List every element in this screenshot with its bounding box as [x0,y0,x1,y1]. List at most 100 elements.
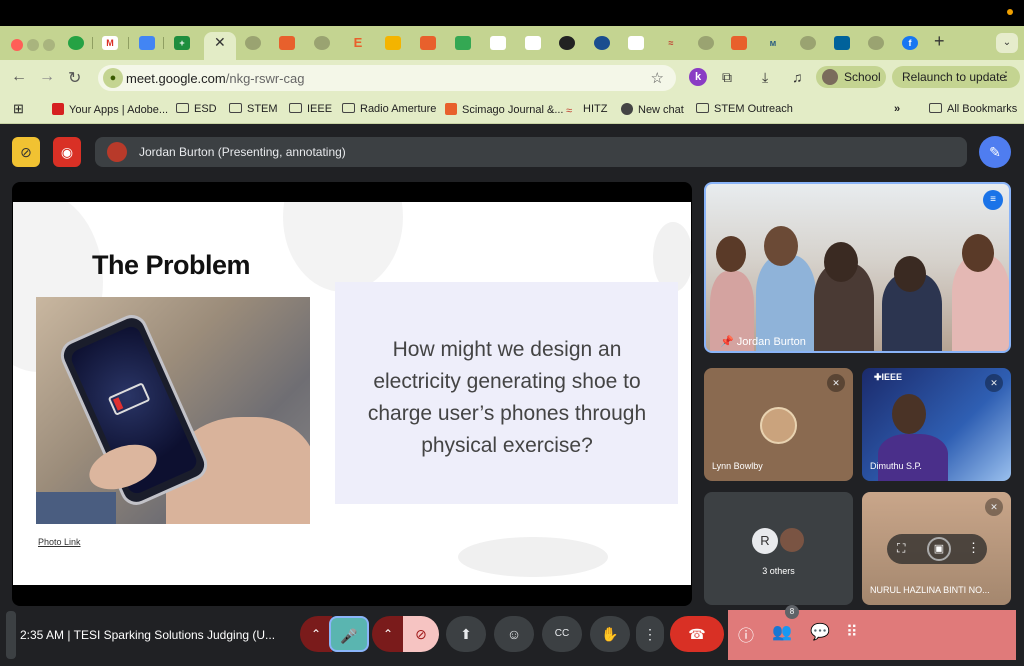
bookmark-folder-stem-outreach[interactable]: STEM Outreach [696,103,793,115]
mic-muted-icon: ✕ [985,498,1003,516]
folder-icon [229,103,242,113]
minimize-window-button[interactable] [27,39,39,51]
bookmark-folder-stem[interactable]: STEM [229,103,278,115]
profile-button[interactable]: School [816,66,886,88]
more-vert-icon[interactable]: ⋮ [1000,69,1012,83]
people-count-badge: 8 [785,605,799,619]
speaker-tile[interactable]: ≡ 📌 Jordan Burton [704,182,1011,353]
participant-name: Dimuthu S.P. [870,461,922,471]
loading-tab-icon[interactable] [698,36,714,50]
document-tab-icon[interactable] [525,36,541,50]
emoji-reaction-icon[interactable]: ☺ [494,616,534,652]
reload-button[interactable]: ↻ [68,68,81,88]
loading-tab-icon[interactable] [245,36,261,50]
bookmark-folder-esd[interactable]: ESD [176,103,217,115]
bookmark-folder-radio[interactable]: Radio Amerture [342,103,436,115]
microphone-button[interactable]: 🎤 [329,616,369,652]
download-icon[interactable]: ⤓ [762,69,768,86]
participant-tile[interactable]: ✕ Lynn Bowlby [704,368,853,481]
camera-off-button[interactable]: ⊘ [403,616,439,652]
ieee-banner-text: IEEE [881,372,903,382]
relaunch-button[interactable]: Relaunch to update ⋮ [892,66,1020,88]
sc-tab-icon[interactable] [731,36,747,50]
raise-hand-icon[interactable]: ✋ [590,616,630,652]
annotate-pen-icon[interactable]: ✎ [979,136,1011,168]
whatsapp-tab-icon[interactable] [68,36,84,50]
docs-tab-icon[interactable] [139,36,155,50]
mic-in-use-icon[interactable]: ● [103,68,123,88]
sheets-tab-icon[interactable]: + [174,36,190,50]
side-panel-handle[interactable] [6,611,16,659]
ieee-tab-icon[interactable] [834,36,850,50]
close-tab-icon[interactable]: ✕ [214,34,226,51]
gmail-tab-icon[interactable]: M [102,36,118,50]
tab-search-button[interactable]: ⌄ [996,33,1018,53]
visual-effects-icon[interactable]: ▣ [927,537,951,561]
loading-tab-icon[interactable] [800,36,816,50]
bookmark-scimago[interactable]: Scimago Journal &... [445,103,564,116]
photo-link[interactable]: Photo Link [38,537,81,547]
tab-strip: M + ✕ E ≈ ᴍ f + [0,26,1024,60]
bookmark-star-icon[interactable]: ☆ [651,69,664,87]
bookmark-hitz[interactable]: ≈ HITZ [566,103,607,117]
more-bookmarks-chevron-icon[interactable]: » [894,103,900,115]
more-options-icon[interactable]: ⋮ [967,540,980,556]
audio-options-chevron-icon[interactable]: ⌃ [300,616,332,652]
sjr-icon [445,103,457,115]
loading-tab-icon[interactable] [314,36,330,50]
stop-presenting-icon[interactable]: ⊘ [12,137,40,167]
more-options-icon[interactable]: ⋮ [636,616,664,652]
bookmark-folder-ieee[interactable]: IEEE [289,103,332,115]
etsy-tab-icon[interactable]: E [350,36,366,50]
calendar-tab-icon[interactable] [490,36,506,50]
present-screen-icon[interactable]: ⬆ [446,616,486,652]
speaker-name-text: Jordan Burton [736,336,806,348]
address-bar[interactable]: ● meet.google.com/nkg-rswr-cag ☆ [98,65,676,91]
bookmark-new-chat[interactable]: New chat [621,103,684,116]
activities-icon[interactable]: ⠿ [846,622,858,642]
apps-grid-icon[interactable]: ⊞ [13,101,24,117]
presenting-label: Jordan Burton (Presenting, annotating) [139,145,346,159]
screen: M + ✕ E ≈ ᴍ f + ⌄ ← → ↻ ● meet.google.co… [0,0,1024,666]
sjr-tab-icon[interactable] [279,36,295,50]
bookmark-label: Radio Amerture [360,103,437,115]
drive-tab-icon[interactable] [455,36,471,50]
chat-icon[interactable]: 💬 [810,622,830,642]
folder-icon [342,103,355,113]
end-call-button[interactable]: ☎ [670,616,724,652]
loading-tab-icon[interactable] [868,36,884,50]
frame-icon[interactable]: ⛶ [897,541,905,556]
openai-tab-icon[interactable] [559,36,575,50]
meeting-info-icon[interactable]: ⓘ [738,622,754,646]
people-icon[interactable]: 👥 [772,622,792,642]
participant-tile[interactable]: ✕ ⛶ ▣ ⋮ NURUL HAZLINA BINTI NO... [862,492,1011,605]
participant-tile[interactable]: ✚IEEE ✕ Dimuthu S.P. [862,368,1011,481]
bookmark-label: STEM Outreach [714,103,793,115]
sc-tab-icon[interactable] [420,36,436,50]
forward-button[interactable]: → [39,68,55,86]
others-label: 3 others [762,566,795,576]
new-tab-button[interactable]: + [934,31,945,52]
bookmark-adobe[interactable]: Your Apps | Adobe... [52,103,168,116]
gear-site-tab-icon[interactable] [594,36,610,50]
facebook-tab-icon[interactable]: f [902,36,918,50]
k-extension-icon[interactable]: k [689,68,707,86]
hitz-tab-icon[interactable]: ≈ [663,36,679,50]
recording-icon[interactable]: ◉ [53,137,81,167]
all-bookmarks-button[interactable]: All Bookmarks [929,103,1017,115]
tab-separator [128,37,129,49]
ieee-banner: ✚IEEE [874,372,903,382]
video-options-chevron-icon[interactable]: ⌃ [372,616,404,652]
url-text: meet.google.com/nkg-rswr-cag [126,71,304,86]
captions-icon[interactable]: CC [542,616,582,652]
mendeley-tab-icon[interactable]: ᴍ [765,36,781,50]
person-shape [878,434,948,481]
image-tab-icon[interactable] [628,36,644,50]
zoom-window-button[interactable] [43,39,55,51]
media-control-icon[interactable]: ♫ [792,69,803,85]
close-window-button[interactable] [11,39,23,51]
extensions-icon[interactable]: ⧉ [722,69,732,86]
others-tile[interactable]: R 3 others [704,492,853,605]
slides-tab-icon[interactable] [385,36,401,50]
back-button[interactable]: ← [11,68,27,86]
